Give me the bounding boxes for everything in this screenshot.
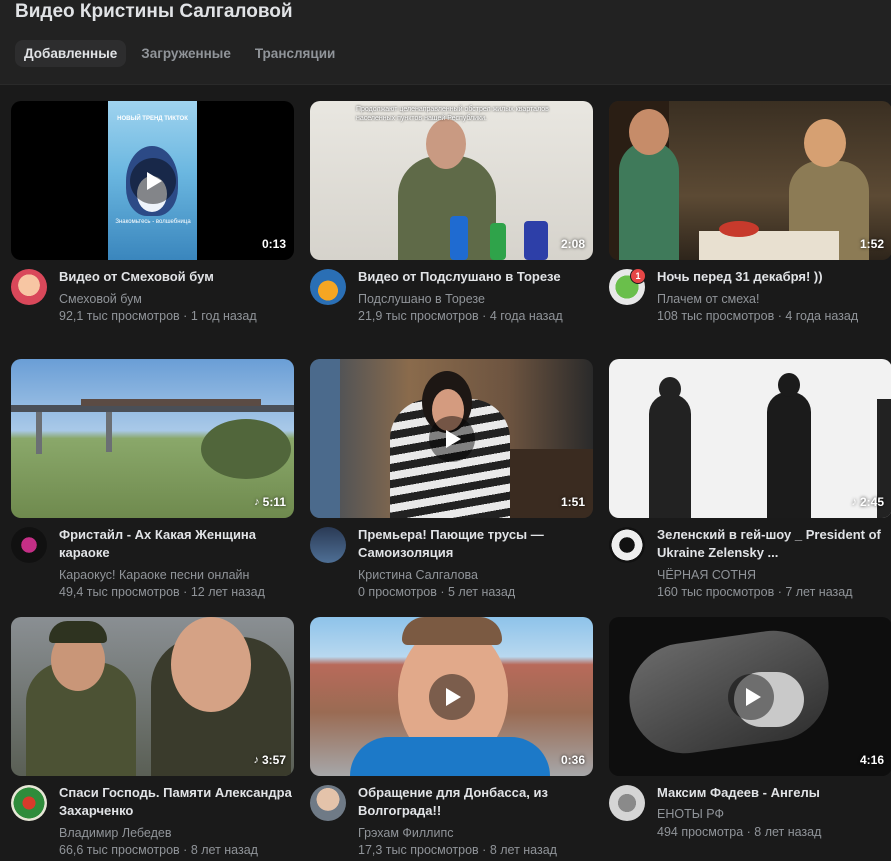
duration-badge: ♪ 5:11	[254, 495, 286, 509]
video-thumbnail[interactable]: 1:51	[310, 359, 593, 518]
music-note-icon: ♪	[851, 496, 857, 508]
channel-avatar[interactable]	[11, 785, 47, 821]
play-icon[interactable]	[428, 415, 475, 462]
channel-avatar[interactable]	[310, 269, 346, 305]
duration-badge: 2:08	[560, 237, 585, 251]
channel-name[interactable]: Караокус! Караоке песни онлайн	[59, 567, 294, 583]
channel-avatar[interactable]	[11, 269, 47, 305]
video-title[interactable]: Фристайл - Ах Какая Женщина караоке	[59, 526, 294, 562]
channel-avatar[interactable]: 1	[609, 268, 646, 305]
channel-name[interactable]: ЕНОТЫ РФ	[657, 807, 724, 821]
video-thumbnail[interactable]: ♪ 3:57	[11, 617, 294, 776]
video-stats: 49,4 тыс просмотров · 12 лет назад	[59, 585, 265, 599]
video-thumbnail[interactable]: 4:16	[609, 617, 891, 776]
thumbnail-caption: НОВЫЙ ТРЕНД ТИКТОК	[117, 116, 188, 122]
video-card[interactable]: Продолжают целенаправленный обстрел жилы…	[310, 101, 593, 359]
video-thumbnail[interactable]: НОВЫЙ ТРЕНД ТИКТОК Знакомьтесь - волшебн…	[11, 101, 294, 260]
video-stats: ЕНОТЫ РФ	[657, 805, 891, 823]
duration-badge: 4:16	[859, 753, 884, 767]
page-header: Видео Кристины Салгаловой Добавленные За…	[0, 0, 891, 85]
thumbnail-caption: Продолжают целенаправленный обстрел жилы…	[356, 106, 549, 122]
video-title[interactable]: Видео от Подслушано в Торезе	[358, 268, 593, 286]
video-card[interactable]: 4:16 Максим Фадеев - Ангелы ЕНОТЫ РФ 494…	[609, 617, 891, 861]
video-stats: 66,6 тыс просмотров · 8 лет назад	[59, 843, 258, 857]
channel-name[interactable]: Плачем от смеха!	[657, 291, 891, 307]
video-card[interactable]: 1:52 1 Ночь перед 31 декабря! )) Плачем …	[609, 101, 891, 359]
channel-name[interactable]: Кристина Салгалова	[358, 567, 593, 583]
video-card[interactable]: ♪ 3:57 Спаси Господь. Памяти Александра З…	[11, 617, 294, 861]
play-icon[interactable]	[129, 157, 176, 204]
channel-name[interactable]: Грэхам Филлипс	[358, 825, 593, 841]
video-thumbnail[interactable]: 1:52	[609, 101, 891, 260]
channel-name[interactable]: Подслушано в Торезе	[358, 291, 593, 307]
page-title: Видео Кристины Салгаловой	[15, 1, 293, 22]
video-card[interactable]: 0:36 Обращение для Донбасса, из Волгогра…	[310, 617, 593, 861]
duration-badge: 0:36	[560, 753, 585, 767]
video-title[interactable]: Зеленский в гей-шоу _ President of Ukrai…	[657, 526, 891, 562]
duration-badge: 1:52	[859, 237, 884, 251]
video-title[interactable]: Премьера! Пающие трусы — Самоизоляция	[358, 526, 593, 562]
video-card[interactable]: ♪ 2:45 Зеленский в гей-шоу _ President of…	[609, 359, 891, 617]
tab-bar: Добавленные Загруженные Трансляции	[15, 40, 344, 67]
video-stats: 0 просмотров · 5 лет назад	[358, 585, 516, 599]
channel-name[interactable]: Смеховой бум	[59, 291, 294, 307]
video-feed: НОВЫЙ ТРЕНД ТИКТОК Знакомьтесь - волшебн…	[0, 85, 891, 861]
channel-avatar[interactable]	[310, 785, 346, 821]
video-stats: 92,1 тыс просмотров · 1 год назад	[59, 309, 257, 323]
thumbnail-subtitle: Знакомьтесь - волшебница	[115, 219, 191, 225]
video-thumbnail[interactable]: 0:36	[310, 617, 593, 776]
tab-broadcasts[interactable]: Трансляции	[246, 40, 345, 67]
duration-badge: ♪ 2:45	[851, 495, 884, 509]
music-note-icon: ♪	[253, 754, 259, 766]
play-icon[interactable]	[428, 673, 475, 720]
duration-badge: 1:51	[560, 495, 585, 509]
video-title[interactable]: Спаси Господь. Памяти Александра Захарче…	[59, 784, 294, 820]
video-stats: 21,9 тыс просмотров · 4 года назад	[358, 309, 563, 323]
channel-avatar[interactable]	[310, 527, 346, 563]
video-stats: 160 тыс просмотров · 7 лет назад	[657, 585, 853, 599]
play-icon[interactable]	[728, 673, 774, 720]
video-grid: НОВЫЙ ТРЕНД ТИКТОК Знакомьтесь - волшебн…	[11, 101, 891, 861]
video-card[interactable]: НОВЫЙ ТРЕНД ТИКТОК Знакомьтесь - волшебн…	[11, 101, 294, 359]
music-note-icon: ♪	[254, 496, 260, 508]
video-title[interactable]: Обращение для Донбасса, из Волгограда!!	[358, 784, 593, 820]
channel-name[interactable]: Владимир Лебедев	[59, 825, 294, 841]
video-title[interactable]: Максим Фадеев - Ангелы	[657, 784, 891, 802]
video-card[interactable]: ♪ 5:11 Фристайл - Ах Какая Женщина караок…	[11, 359, 294, 617]
channel-name[interactable]: ЧЁРНАЯ СОТНЯ	[657, 567, 891, 583]
channel-avatar[interactable]	[11, 527, 47, 563]
channel-avatar[interactable]	[609, 527, 645, 563]
tab-added[interactable]: Добавленные	[15, 40, 127, 67]
video-card[interactable]: 1:51 Премьера! Пающие трусы — Самоизоляц…	[310, 359, 593, 617]
video-title[interactable]: Видео от Смеховой бум	[59, 268, 294, 286]
video-title[interactable]: Ночь перед 31 декабря! ))	[657, 268, 891, 286]
notification-badge: 1	[630, 268, 646, 284]
video-stats: 494 просмотра · 8 лет назад	[657, 825, 822, 839]
video-thumbnail[interactable]: ♪ 5:11	[11, 359, 294, 518]
duration-badge: ♪ 3:57	[253, 753, 286, 767]
channel-avatar[interactable]	[609, 785, 645, 821]
video-stats: 17,3 тыс просмотров · 8 лет назад	[358, 843, 557, 857]
video-thumbnail[interactable]: ♪ 2:45	[609, 359, 891, 518]
duration-badge: 0:13	[261, 237, 286, 251]
video-stats: 108 тыс просмотров · 4 года назад	[657, 309, 859, 323]
tab-uploaded[interactable]: Загруженные	[132, 40, 240, 67]
video-thumbnail[interactable]: Продолжают целенаправленный обстрел жилы…	[310, 101, 593, 260]
